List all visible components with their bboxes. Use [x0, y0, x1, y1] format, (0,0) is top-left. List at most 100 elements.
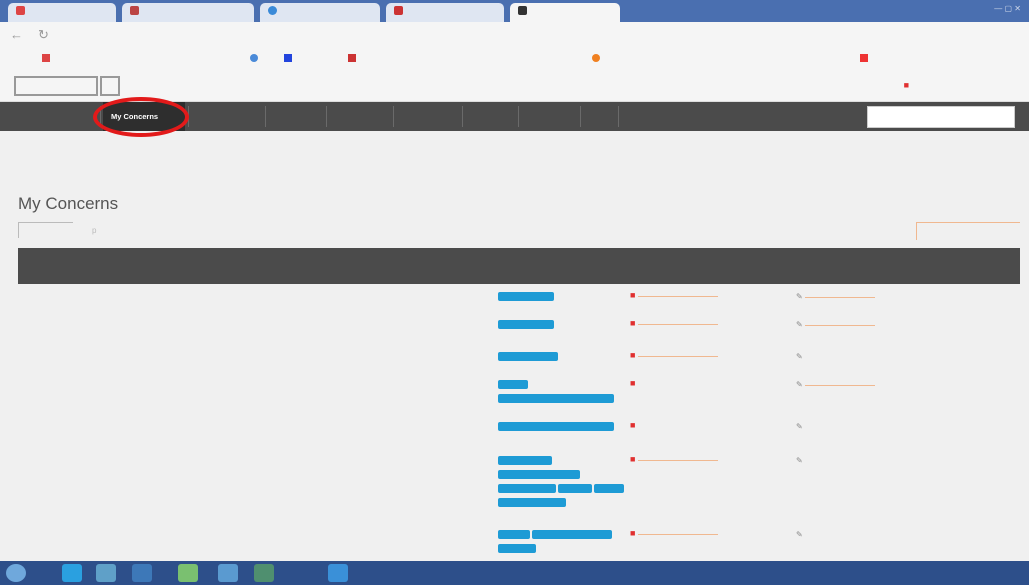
nav-item[interactable]	[396, 102, 458, 131]
nav-item[interactable]	[521, 102, 579, 131]
nav-separator	[265, 106, 266, 127]
table-row[interactable]: ■ ✎	[18, 420, 1020, 446]
assignee-cell[interactable]: ✎	[796, 380, 875, 389]
reload-icon[interactable]: ↻	[38, 27, 49, 43]
category-tag[interactable]	[498, 484, 556, 493]
bookmark-item[interactable]	[42, 54, 53, 63]
nav-item[interactable]	[10, 102, 96, 131]
person-icon: ■	[630, 528, 636, 538]
table-row[interactable]: ■ ✎	[18, 454, 1020, 516]
category-tag[interactable]	[498, 380, 528, 389]
pencil-icon[interactable]: ✎	[796, 530, 803, 539]
bookmark-item[interactable]	[284, 54, 295, 63]
nav-item[interactable]	[330, 102, 390, 131]
search-input[interactable]	[867, 106, 1015, 128]
browser-tab-active[interactable]	[510, 3, 620, 22]
pencil-icon[interactable]: ✎	[796, 422, 803, 431]
category-tag[interactable]	[498, 530, 530, 539]
nav-item[interactable]	[192, 102, 262, 131]
nav-item[interactable]	[584, 102, 618, 131]
taskbar-app-icon[interactable]	[132, 564, 152, 582]
app-header: ■	[0, 70, 1029, 102]
bookmark-favicon-icon	[250, 54, 258, 62]
assignee-cell[interactable]: ✎	[796, 352, 803, 361]
category-tag[interactable]	[498, 320, 554, 329]
page-title: My Concerns	[18, 194, 119, 213]
tab-favicon-icon	[394, 6, 403, 15]
bookmark-item[interactable]	[592, 54, 603, 63]
owner-underline	[637, 459, 718, 461]
assignee-cell[interactable]: ✎	[796, 320, 875, 329]
tab-favicon-icon	[130, 6, 139, 15]
category-tag[interactable]	[498, 292, 554, 301]
bookmark-item[interactable]	[348, 54, 359, 63]
owner-cell[interactable]: ■	[630, 318, 718, 328]
pencil-icon[interactable]: ✎	[796, 292, 803, 301]
category-tag[interactable]	[498, 498, 566, 507]
category-tag[interactable]	[498, 352, 558, 361]
category-tag[interactable]	[532, 530, 612, 539]
nav-separator	[393, 106, 394, 127]
bookmarks-bar	[0, 48, 1029, 70]
app-logo[interactable]	[14, 76, 98, 96]
assignee-cell[interactable]: ✎	[796, 530, 803, 539]
category-tag[interactable]	[498, 456, 552, 465]
window-controls[interactable]: — ▢ ✕	[994, 4, 1021, 13]
browser-tab-strip: — ▢ ✕	[0, 0, 1029, 22]
assignee-cell[interactable]: ✎	[796, 292, 875, 301]
person-icon: ■	[630, 290, 636, 300]
category-tag[interactable]	[558, 484, 592, 493]
browser-tab[interactable]	[260, 3, 380, 22]
explorer-taskbar-icon[interactable]	[96, 564, 116, 582]
assignee-cell[interactable]: ✎	[796, 456, 803, 465]
page-size-select[interactable]	[916, 222, 1020, 240]
bookmark-item[interactable]	[860, 54, 871, 63]
table-row[interactable]: ■ ✎	[18, 318, 1020, 346]
taskbar-app-icon[interactable]	[178, 564, 198, 582]
owner-cell[interactable]: ■	[630, 378, 635, 388]
owner-cell[interactable]: ■	[630, 290, 718, 300]
category-tag[interactable]	[594, 484, 624, 493]
taskbar-app-icon[interactable]	[254, 564, 274, 582]
app-logo-secondary	[100, 76, 120, 96]
taskbar-app-icon[interactable]	[328, 564, 348, 582]
assignee-cell[interactable]: ✎	[796, 422, 803, 431]
category-tag[interactable]	[498, 394, 614, 403]
category-tag[interactable]	[498, 544, 536, 553]
nav-separator	[618, 106, 619, 127]
user-info[interactable]: ■	[904, 80, 909, 90]
owner-cell[interactable]: ■	[630, 528, 718, 538]
browser-tab[interactable]	[386, 3, 504, 22]
person-icon: ■	[630, 420, 636, 430]
owner-underline	[637, 355, 718, 357]
pencil-icon[interactable]: ✎	[796, 320, 803, 329]
nav-item-my-concerns[interactable]: My Concerns	[103, 102, 185, 131]
table-row[interactable]: ■ ✎	[18, 290, 1020, 318]
person-icon: ■	[630, 454, 636, 464]
nav-separator	[518, 106, 519, 127]
taskbar-app-icon[interactable]	[218, 564, 238, 582]
nav-item[interactable]	[268, 102, 324, 131]
category-tag[interactable]	[498, 470, 580, 479]
nav-item[interactable]	[466, 102, 516, 131]
start-button-icon[interactable]	[6, 564, 26, 582]
owner-cell[interactable]: ■	[630, 420, 635, 430]
bookmark-item[interactable]	[250, 54, 261, 63]
table-row[interactable]: ■ ✎	[18, 350, 1020, 376]
category-tag[interactable]	[498, 422, 614, 431]
assignee-underline	[804, 384, 875, 386]
browser-tab[interactable]	[122, 3, 254, 22]
table-row[interactable]: ■ ✎	[18, 528, 1020, 560]
owner-cell[interactable]: ■	[630, 350, 718, 360]
pencil-icon[interactable]: ✎	[796, 352, 803, 361]
pencil-icon[interactable]: ✎	[796, 456, 803, 465]
owner-cell[interactable]: ■	[630, 454, 718, 464]
filter-select[interactable]	[18, 222, 73, 238]
browser-taskbar-icon[interactable]	[62, 564, 82, 582]
tab-favicon-icon	[518, 6, 527, 15]
back-arrow-icon[interactable]: ←	[10, 27, 23, 42]
person-icon: ■	[630, 318, 636, 328]
browser-tab[interactable]	[8, 3, 116, 22]
pencil-icon[interactable]: ✎	[796, 380, 803, 389]
table-row[interactable]: ■ ✎	[18, 378, 1020, 412]
